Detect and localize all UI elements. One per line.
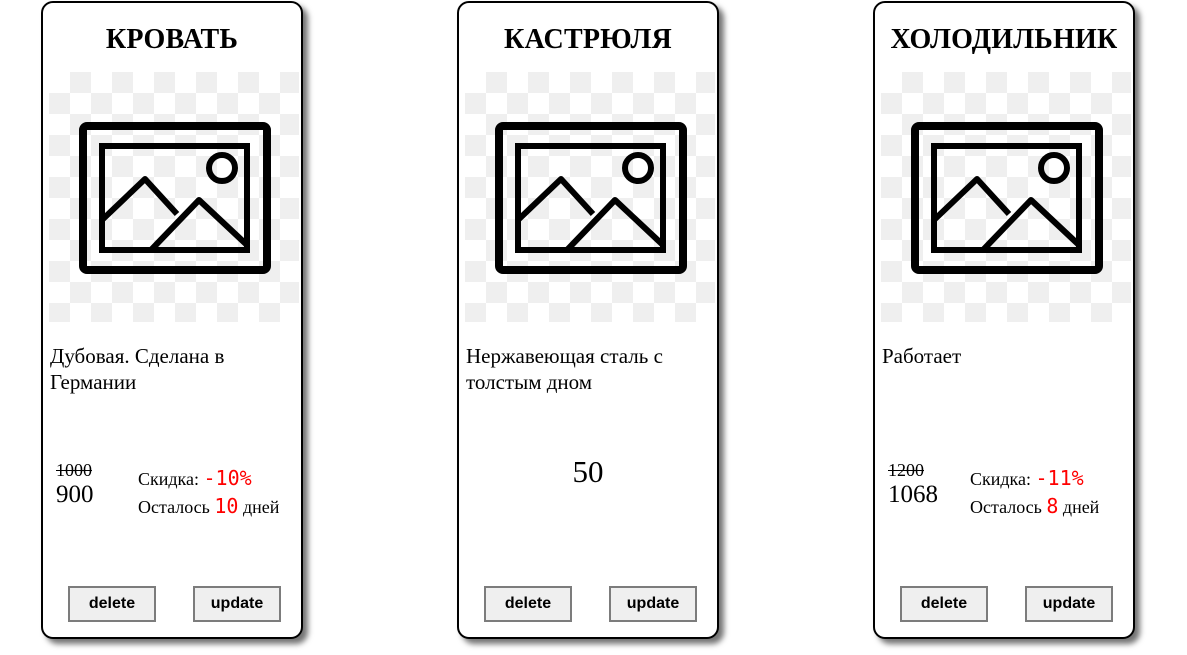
discount-line: Скидка: -11% [970, 465, 1099, 493]
discount-line: Скидка: -10% [138, 465, 279, 493]
card-description: Дубовая. Сделана в Германии [50, 344, 225, 394]
card-title: КРОВАТЬ [105, 24, 239, 55]
discount-label: Скидка: [138, 469, 204, 489]
remaining-label: Осталось [138, 497, 215, 517]
product-image [465, 72, 715, 322]
product-card-fridge: ХОЛОДИЛЬНИК Работает 1200 1068 Скидка: -… [873, 1, 1135, 639]
delete-button[interactable]: delete [484, 586, 572, 622]
new-price: 900 [56, 481, 94, 508]
remaining-days-value: 8 [1046, 494, 1059, 518]
remaining-days-value: 10 [214, 494, 239, 518]
product-image [49, 72, 299, 322]
update-button[interactable]: update [193, 586, 281, 622]
price: 50 [572, 454, 604, 489]
update-button[interactable]: update [1025, 586, 1113, 622]
card-description: Работает [882, 344, 962, 368]
delete-button[interactable]: delete [900, 586, 988, 622]
update-button[interactable]: update [609, 586, 697, 622]
product-card-bed: КРОВАТЬ Дубовая. Сделана в Германии 1000… [41, 1, 303, 639]
card-title: КАСТРЮЛЯ [504, 24, 672, 55]
remaining-suffix: дней [238, 497, 280, 517]
old-price: 1000 [56, 460, 92, 480]
image-placeholder-icon [911, 122, 1103, 274]
new-price: 1068 [888, 481, 938, 508]
remaining-line: Осталось 10 дней [138, 493, 279, 521]
remaining-line: Осталось 8 дней [970, 493, 1099, 521]
discount-block: Скидка: -10% Осталось 10 дней [138, 465, 279, 521]
delete-button[interactable]: delete [68, 586, 156, 622]
old-price: 1200 [888, 460, 924, 480]
card-title: ХОЛОДИЛЬНИК [890, 24, 1118, 55]
product-card-pot: КАСТРЮЛЯ Нержавеющая сталь с толстым дно… [457, 1, 719, 639]
image-placeholder-icon [79, 122, 271, 274]
discount-block: Скидка: -11% Осталось 8 дней [970, 465, 1099, 521]
discount-label: Скидка: [970, 469, 1036, 489]
remaining-label: Осталось [970, 497, 1047, 517]
price-block: 1200 1068 [888, 460, 938, 510]
card-description: Нержавеющая сталь с толстым дном [466, 344, 663, 394]
product-image [881, 72, 1131, 322]
discount-value: -10% [203, 466, 252, 490]
discount-value: -11% [1035, 466, 1084, 490]
image-placeholder-icon [495, 122, 687, 274]
price-block: 1000 900 [56, 460, 94, 510]
remaining-suffix: дней [1058, 497, 1100, 517]
